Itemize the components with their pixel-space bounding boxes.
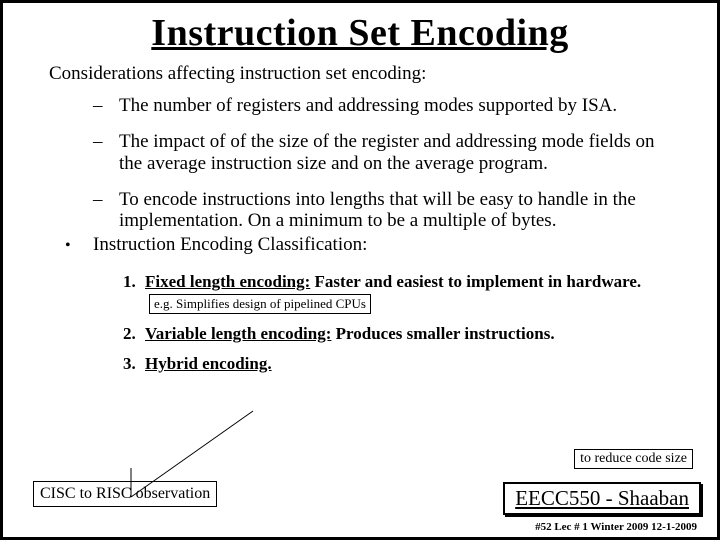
- list-item-text: To encode instructions into lengths that…: [119, 189, 681, 233]
- encoding-desc: Produces smaller instructions.: [331, 324, 554, 343]
- list-item-text: Fixed length encoding: Faster and easies…: [145, 272, 677, 313]
- footer-info: #52 Lec # 1 Winter 2009 12-1-2009: [535, 521, 697, 533]
- encoding-name: Hybrid encoding.: [145, 354, 272, 373]
- list-item-text: The number of registers and addressing m…: [119, 95, 617, 117]
- encoding-name: Fixed length encoding:: [145, 272, 310, 291]
- cisc-risc-box: CISC to RISC observation: [33, 481, 217, 507]
- considerations-list: – The number of registers and addressing…: [93, 95, 681, 232]
- list-item: 2. Variable length encoding: Produces sm…: [123, 324, 677, 344]
- course-box: EECC550 - Shaaban: [503, 482, 701, 515]
- list-item: – The number of registers and addressing…: [93, 95, 681, 117]
- annotation-fixed: e.g. Simplifies design of pipelined CPUs: [149, 294, 371, 314]
- intro-text: Considerations affecting instruction set…: [49, 63, 717, 85]
- list-item: – The impact of of the size of the regis…: [93, 131, 681, 175]
- encoding-desc: Faster and easiest to implement in hardw…: [310, 272, 641, 291]
- annotation-reduce-size: to reduce code size: [574, 449, 693, 469]
- encoding-name: Variable length encoding:: [145, 324, 331, 343]
- number-marker: 2.: [123, 324, 145, 344]
- encoding-types-list: 1. Fixed length encoding: Faster and eas…: [123, 272, 677, 374]
- list-item: 1. Fixed length encoding: Faster and eas…: [123, 272, 677, 313]
- classification-label: Instruction Encoding Classification:: [93, 234, 367, 258]
- dash-icon: –: [93, 95, 119, 117]
- number-marker: 1.: [123, 272, 145, 313]
- slide-title: Instruction Set Encoding: [3, 11, 717, 55]
- list-item: 3. Hybrid encoding.: [123, 354, 677, 374]
- list-item-text: The impact of of the size of the registe…: [119, 131, 681, 175]
- bullet-icon: •: [65, 234, 93, 258]
- classification-heading: • Instruction Encoding Classification:: [65, 234, 681, 258]
- dash-icon: –: [93, 189, 119, 233]
- list-item-text: Variable length encoding: Produces small…: [145, 324, 555, 344]
- list-item: – To encode instructions into lengths th…: [93, 189, 681, 233]
- number-marker: 3.: [123, 354, 145, 374]
- list-item-text: Hybrid encoding.: [145, 354, 272, 374]
- dash-icon: –: [93, 131, 119, 175]
